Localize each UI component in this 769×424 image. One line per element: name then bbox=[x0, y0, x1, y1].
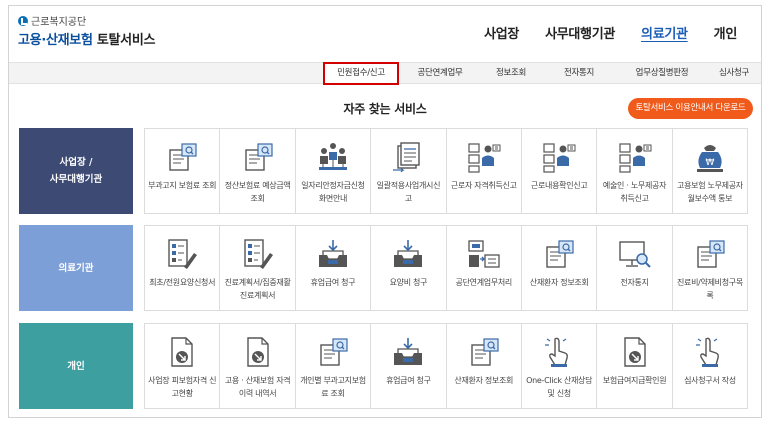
logo[interactable]: 근로복지공단 고용·산재보험 토탈서비스 bbox=[18, 14, 155, 48]
logo-brand: 고용·산재보험 bbox=[18, 33, 93, 48]
service-tile[interactable]: 전자통지 bbox=[596, 225, 673, 311]
service-tile[interactable]: 산재환자 정보조회 bbox=[520, 225, 598, 311]
service-tile[interactable]: 근로내용확인신고 bbox=[520, 128, 598, 214]
topnav-medical[interactable]: 의료기관 bbox=[641, 23, 688, 42]
inbox-tray-icon bbox=[315, 237, 351, 273]
document-search-icon bbox=[164, 140, 200, 176]
service-tile[interactable]: 예술인 · 노무제공자 취득신고 bbox=[596, 128, 673, 214]
service-tile-label: 보험급여지급확인원 bbox=[602, 376, 667, 385]
row-label: 사업장 / 사무대행기관 bbox=[19, 128, 133, 214]
service-tile-label: 심사청구서 작성 bbox=[684, 376, 736, 385]
service-tile-label: 고용보험 노무제공자 월보수액 통보 bbox=[677, 181, 743, 203]
row-label: 의료기관 bbox=[19, 225, 133, 311]
service-tile-label: 일자리안정자금신청화면안내 bbox=[301, 181, 365, 203]
service-tile-label: 근로자 자격취득신고 bbox=[450, 181, 517, 190]
service-tile[interactable]: 요양비 청구 bbox=[370, 225, 447, 311]
service-tile-label: 근로내용확인신고 bbox=[530, 181, 588, 190]
service-tile[interactable]: 정산보험료 예상금액 조회 bbox=[219, 128, 296, 214]
subnav-linked-work[interactable]: 공단연계업무 bbox=[407, 63, 473, 83]
service-tile-label: One-Click 산재상담 및 신청 bbox=[526, 376, 593, 398]
service-tile-label: 부과고지 보험료 조회 bbox=[148, 181, 217, 190]
exchange-icon bbox=[466, 237, 502, 273]
service-tile-label: 개인별 부과고지보험료 조회 bbox=[300, 376, 366, 398]
service-tile-label: 진료계획서/집중재활진료계획서 bbox=[224, 278, 291, 300]
inbox-tray-icon bbox=[390, 335, 426, 371]
header: 근로복지공단 고용·산재보험 토탈서비스 사업장 사무대행기관 의료기관 개인 bbox=[9, 6, 761, 60]
service-tile[interactable]: 휴업급여 청구 bbox=[370, 323, 447, 409]
document-search-icon bbox=[466, 335, 502, 371]
document-arrow-icon bbox=[617, 335, 653, 371]
service-tile[interactable]: 근로자 자격취득신고 bbox=[445, 128, 522, 214]
row-label: 개인 bbox=[19, 323, 133, 409]
topnav-individual[interactable]: 개인 bbox=[714, 23, 738, 42]
service-tile-label: 산재환자 정보조회 bbox=[529, 278, 589, 287]
service-tile[interactable]: 보험급여지급확인원 bbox=[596, 323, 673, 409]
hand-click-icon bbox=[541, 335, 577, 371]
guide-download-button[interactable]: 토탈서비스 이용안내서 다운로드 bbox=[628, 98, 753, 119]
worker-list-icon bbox=[541, 140, 577, 176]
subnav-info[interactable]: 정보조회 bbox=[483, 63, 539, 83]
service-tile[interactable]: 진료비/약제비청구목록 bbox=[671, 225, 749, 311]
document-search-icon bbox=[692, 237, 728, 273]
logo-org: 근로복지공단 bbox=[31, 17, 87, 28]
hand-click-icon bbox=[692, 335, 728, 371]
subnav-review[interactable]: 심사청구 bbox=[709, 63, 759, 83]
service-tile[interactable]: ₩ 고용보험 노무제공자 월보수액 통보 bbox=[671, 128, 749, 214]
portal-frame: 근로복지공단 고용·산재보험 토탈서비스 사업장 사무대행기관 의료기관 개인 … bbox=[8, 5, 762, 418]
service-row-individual: 개인 사업장 피보험자격 신고현황 고용 · 산재보험 자격 이력 내역서 개인별 … bbox=[19, 323, 754, 409]
top-nav: 사업장 사무대행기관 의료기관 개인 bbox=[458, 23, 737, 42]
service-tile[interactable]: 공단연계업무처리 bbox=[445, 225, 522, 311]
service-tile[interactable]: 일자리안정자금신청화면안내 bbox=[294, 128, 372, 214]
subnav-complaint[interactable]: 민원접수/신고 bbox=[323, 62, 399, 85]
document-search-icon bbox=[240, 140, 276, 176]
worker-list-icon bbox=[466, 140, 502, 176]
service-tile-label: 전자통지 bbox=[620, 278, 649, 287]
service-tile-label: 최초/전원요양신청서 bbox=[149, 278, 216, 287]
service-tile[interactable]: 부과고지 보험료 조회 bbox=[144, 128, 221, 214]
service-tile[interactable]: 진료계획서/집중재활진료계획서 bbox=[219, 225, 296, 311]
service-row-medical: 의료기관 최초/전원요양신청서 진료계획서/집중재활진료계획서 휴업급여 청구 요양비… bbox=[19, 225, 754, 311]
subnav-disease[interactable]: 업무상질병판정 bbox=[621, 63, 703, 83]
inbox-tray-icon bbox=[390, 237, 426, 273]
service-tile-label: 정산보험료 예상금액 조회 bbox=[224, 181, 291, 203]
service-tile-label: 고용 · 산재보험 자격 이력 내역서 bbox=[224, 376, 291, 398]
topnav-workplace[interactable]: 사업장 bbox=[484, 23, 519, 42]
service-tile-label: 일괄적용사업개시신고 bbox=[376, 181, 441, 203]
worker-list-icon bbox=[617, 140, 653, 176]
service-tile-label: 사업장 피보험자격 신고현황 bbox=[148, 376, 217, 398]
subnav-notice[interactable]: 전자통지 bbox=[554, 63, 604, 83]
document-search-icon bbox=[315, 335, 351, 371]
service-row-workplace: 사업장 / 사무대행기관 부과고지 보험료 조회 정산보험료 예상금액 조회 일자리안… bbox=[19, 128, 754, 214]
service-tile[interactable]: 사업장 피보험자격 신고현황 bbox=[144, 323, 221, 409]
svg-text:₩: ₩ bbox=[705, 158, 714, 168]
service-tile-label: 휴업급여 청구 bbox=[310, 278, 356, 287]
topnav-agency[interactable]: 사무대행기관 bbox=[545, 23, 615, 42]
form-pen-icon bbox=[240, 237, 276, 273]
comwel-logo-icon bbox=[18, 15, 28, 26]
document-stack-icon bbox=[390, 140, 426, 176]
money-bag-icon: ₩ bbox=[692, 140, 728, 176]
document-arrow-icon bbox=[164, 335, 200, 371]
people-group-icon bbox=[315, 140, 351, 176]
service-tile-label: 공단연계업무처리 bbox=[455, 278, 513, 287]
service-tile[interactable]: 일괄적용사업개시신고 bbox=[370, 128, 447, 214]
service-tile[interactable]: 개인별 부과고지보험료 조회 bbox=[294, 323, 372, 409]
service-tile[interactable]: 휴업급여 청구 bbox=[294, 225, 372, 311]
service-tile[interactable]: 산재환자 정보조회 bbox=[445, 323, 522, 409]
service-tile-label: 예술인 · 노무제공자 취득신고 bbox=[602, 181, 667, 203]
service-tile[interactable]: One-Click 산재상담 및 신청 bbox=[520, 323, 598, 409]
service-tile[interactable]: 최초/전원요양신청서 bbox=[144, 225, 221, 311]
logo-service: 토탈서비스 bbox=[96, 33, 156, 48]
service-tile-label: 휴업급여 청구 bbox=[386, 376, 431, 385]
service-tile-label: 진료비/약제비청구목록 bbox=[676, 278, 743, 300]
form-pen-icon bbox=[164, 237, 200, 273]
monitor-search-icon bbox=[617, 237, 653, 273]
service-tile-label: 산재환자 정보조회 bbox=[454, 376, 514, 385]
document-arrow-icon bbox=[240, 335, 276, 371]
service-tile[interactable]: 고용 · 산재보험 자격 이력 내역서 bbox=[219, 323, 296, 409]
document-search-icon bbox=[541, 237, 577, 273]
sub-nav: 민원접수/신고 공단연계업무 정보조회 전자통지 업무상질병판정 심사청구 bbox=[9, 62, 761, 85]
service-tile-label: 요양비 청구 bbox=[389, 278, 428, 287]
service-tile[interactable]: 심사청구서 작성 bbox=[671, 323, 749, 409]
